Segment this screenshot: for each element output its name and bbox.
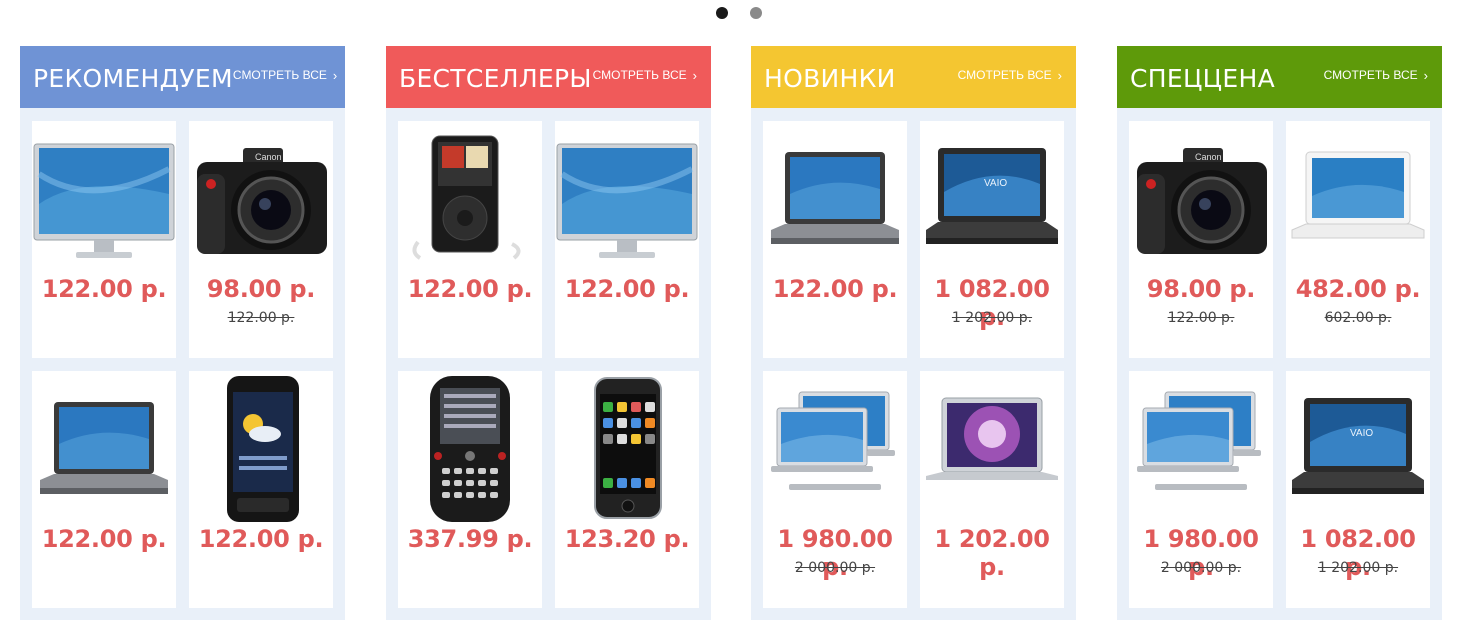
product-price: 122.00 р. bbox=[407, 275, 533, 303]
svg-text:VAIO: VAIO bbox=[984, 178, 1007, 189]
iphone-image[interactable] bbox=[555, 377, 699, 519]
qwerty-phone-image[interactable] bbox=[398, 376, 542, 522]
product-card[interactable]: 122.00 р. bbox=[398, 121, 542, 358]
product-card[interactable]: 337.99 р. bbox=[398, 371, 542, 608]
product-card[interactable]: Canon 98.00 р. 122.00 р. bbox=[189, 121, 333, 358]
camera-image[interactable]: Canon bbox=[189, 129, 333, 269]
product-price: 122.00 р. bbox=[564, 275, 690, 303]
white-macbook-image[interactable] bbox=[1286, 129, 1430, 269]
product-old-price: 2 000.00 р. bbox=[1160, 560, 1242, 576]
svg-text:VAIO: VAIO bbox=[1350, 428, 1373, 439]
column-header: СПЕЦЦЕНА СМОТРЕТЬ ВСЕ › bbox=[1117, 46, 1442, 108]
see-all-label: СМОТРЕТЬ ВСЕ bbox=[1323, 68, 1418, 82]
vaio-laptop-image[interactable]: VAIO bbox=[1286, 379, 1430, 519]
product-card[interactable]: VAIO 1 082.00 р. 1 202.00 р. bbox=[1286, 371, 1430, 608]
product-column-1: РЕКОМЕНДУЕМ СМОТРЕТЬ ВСЕ › 122.00 р. Canon… bbox=[20, 46, 345, 620]
see-all-label: СМОТРЕТЬ ВСЕ bbox=[957, 68, 1052, 82]
product-card[interactable]: 1 980.00 р. 2 000.00 р. bbox=[1129, 371, 1273, 608]
svg-text:Canon: Canon bbox=[1195, 152, 1222, 162]
product-price: 98.00 р. bbox=[206, 275, 316, 303]
product-price: 122.00 р. bbox=[772, 275, 898, 303]
macbook-air-image[interactable] bbox=[920, 379, 1064, 519]
product-card[interactable]: 123.20 р. bbox=[555, 371, 699, 608]
laptop-image[interactable] bbox=[32, 379, 176, 519]
pagination-dot-2[interactable] bbox=[749, 7, 762, 19]
monitor-image[interactable] bbox=[555, 129, 699, 269]
product-old-price: 602.00 р. bbox=[1324, 310, 1392, 326]
product-card[interactable]: 122.00 р. bbox=[32, 371, 176, 608]
smartphone-image[interactable] bbox=[189, 376, 333, 522]
macbook-pair-image[interactable] bbox=[763, 379, 907, 519]
product-grid: 122.00 р. 122.00 р. 337.99 р. 123.20 р. bbox=[398, 121, 699, 608]
camera-image[interactable]: Canon bbox=[1129, 129, 1273, 269]
product-column-2: БЕСТСЕЛЛЕРЫ СМОТРЕТЬ ВСЕ › 122.00 р. 122.0… bbox=[386, 46, 711, 620]
svg-text:Canon: Canon bbox=[255, 152, 282, 162]
ipod-image[interactable] bbox=[398, 129, 542, 269]
product-price: 337.99 р. bbox=[407, 525, 533, 553]
product-old-price: 2 000.00 р. bbox=[794, 560, 876, 576]
column-header: НОВИНКИ СМОТРЕТЬ ВСЕ › bbox=[751, 46, 1076, 108]
product-card[interactable]: 1 202.00 р. bbox=[920, 371, 1064, 608]
product-column-3: НОВИНКИ СМОТРЕТЬ ВСЕ › 122.00 р. VAIO 1 08… bbox=[751, 46, 1076, 620]
product-grid: 122.00 р. Canon 98.00 р. 122.00 р. 122.00… bbox=[32, 121, 333, 608]
see-all-label: СМОТРЕТЬ ВСЕ bbox=[592, 68, 687, 82]
see-all-link[interactable]: СМОТРЕТЬ ВСЕ › bbox=[1324, 68, 1428, 83]
vaio-laptop-image[interactable]: VAIO bbox=[920, 129, 1064, 269]
product-price: 123.20 р. bbox=[564, 525, 690, 553]
product-old-price: 1 202.00 р. bbox=[951, 310, 1033, 326]
product-price: 122.00 р. bbox=[198, 525, 324, 553]
product-card[interactable]: 122.00 р. bbox=[763, 121, 907, 358]
product-old-price: 1 202.00 р. bbox=[1317, 560, 1399, 576]
product-old-price: 122.00 р. bbox=[1167, 310, 1235, 326]
product-price: 482.00 р. bbox=[1295, 275, 1421, 303]
product-column-4: СПЕЦЦЕНА СМОТРЕТЬ ВСЕ › Canon 98.00 р. 122.… bbox=[1117, 46, 1442, 620]
column-header: РЕКОМЕНДУЕМ СМОТРЕТЬ ВСЕ › bbox=[20, 46, 345, 108]
carousel-pagination bbox=[0, 7, 1477, 19]
pagination-dot-1[interactable] bbox=[715, 7, 728, 19]
product-old-price: 122.00 р. bbox=[227, 310, 295, 326]
see-all-label: СМОТРЕТЬ ВСЕ bbox=[232, 68, 327, 82]
chevron-right-icon: › bbox=[692, 67, 697, 83]
see-all-link[interactable]: СМОТРЕТЬ ВСЕ › bbox=[233, 68, 337, 83]
product-price: 98.00 р. bbox=[1146, 275, 1256, 303]
chevron-right-icon: › bbox=[1057, 67, 1062, 83]
product-card[interactable]: 122.00 р. bbox=[32, 121, 176, 358]
monitor-image[interactable] bbox=[32, 129, 176, 269]
product-price: 122.00 р. bbox=[41, 275, 167, 303]
product-price: 1 202.00 р. bbox=[934, 525, 1050, 581]
column-title: СПЕЦЦЕНА bbox=[1130, 63, 1275, 93]
product-grid: 122.00 р. VAIO 1 082.00 р. 1 202.00 р. 1 … bbox=[763, 121, 1064, 608]
product-card[interactable]: 122.00 р. bbox=[189, 371, 333, 608]
see-all-link[interactable]: СМОТРЕТЬ ВСЕ › bbox=[593, 68, 697, 83]
product-card[interactable]: 122.00 р. bbox=[555, 121, 699, 358]
product-card[interactable]: 1 980.00 р. 2 000.00 р. bbox=[763, 371, 907, 608]
product-card[interactable]: 482.00 р. 602.00 р. bbox=[1286, 121, 1430, 358]
column-title: БЕСТСЕЛЛЕРЫ bbox=[399, 63, 592, 93]
macbook-pair-image[interactable] bbox=[1129, 379, 1273, 519]
laptop-image[interactable] bbox=[763, 129, 907, 269]
column-header: БЕСТСЕЛЛЕРЫ СМОТРЕТЬ ВСЕ › bbox=[386, 46, 711, 108]
chevron-right-icon: › bbox=[1423, 67, 1428, 83]
see-all-link[interactable]: СМОТРЕТЬ ВСЕ › bbox=[958, 68, 1062, 83]
chevron-right-icon: › bbox=[332, 67, 338, 83]
product-card[interactable]: VAIO 1 082.00 р. 1 202.00 р. bbox=[920, 121, 1064, 358]
product-price: 122.00 р. bbox=[41, 525, 167, 553]
column-title: НОВИНКИ bbox=[764, 63, 896, 93]
product-grid: Canon 98.00 р. 122.00 р. 482.00 р. 602.00 … bbox=[1129, 121, 1430, 608]
product-card[interactable]: Canon 98.00 р. 122.00 р. bbox=[1129, 121, 1273, 358]
column-title: РЕКОМЕНДУЕМ bbox=[33, 63, 233, 93]
